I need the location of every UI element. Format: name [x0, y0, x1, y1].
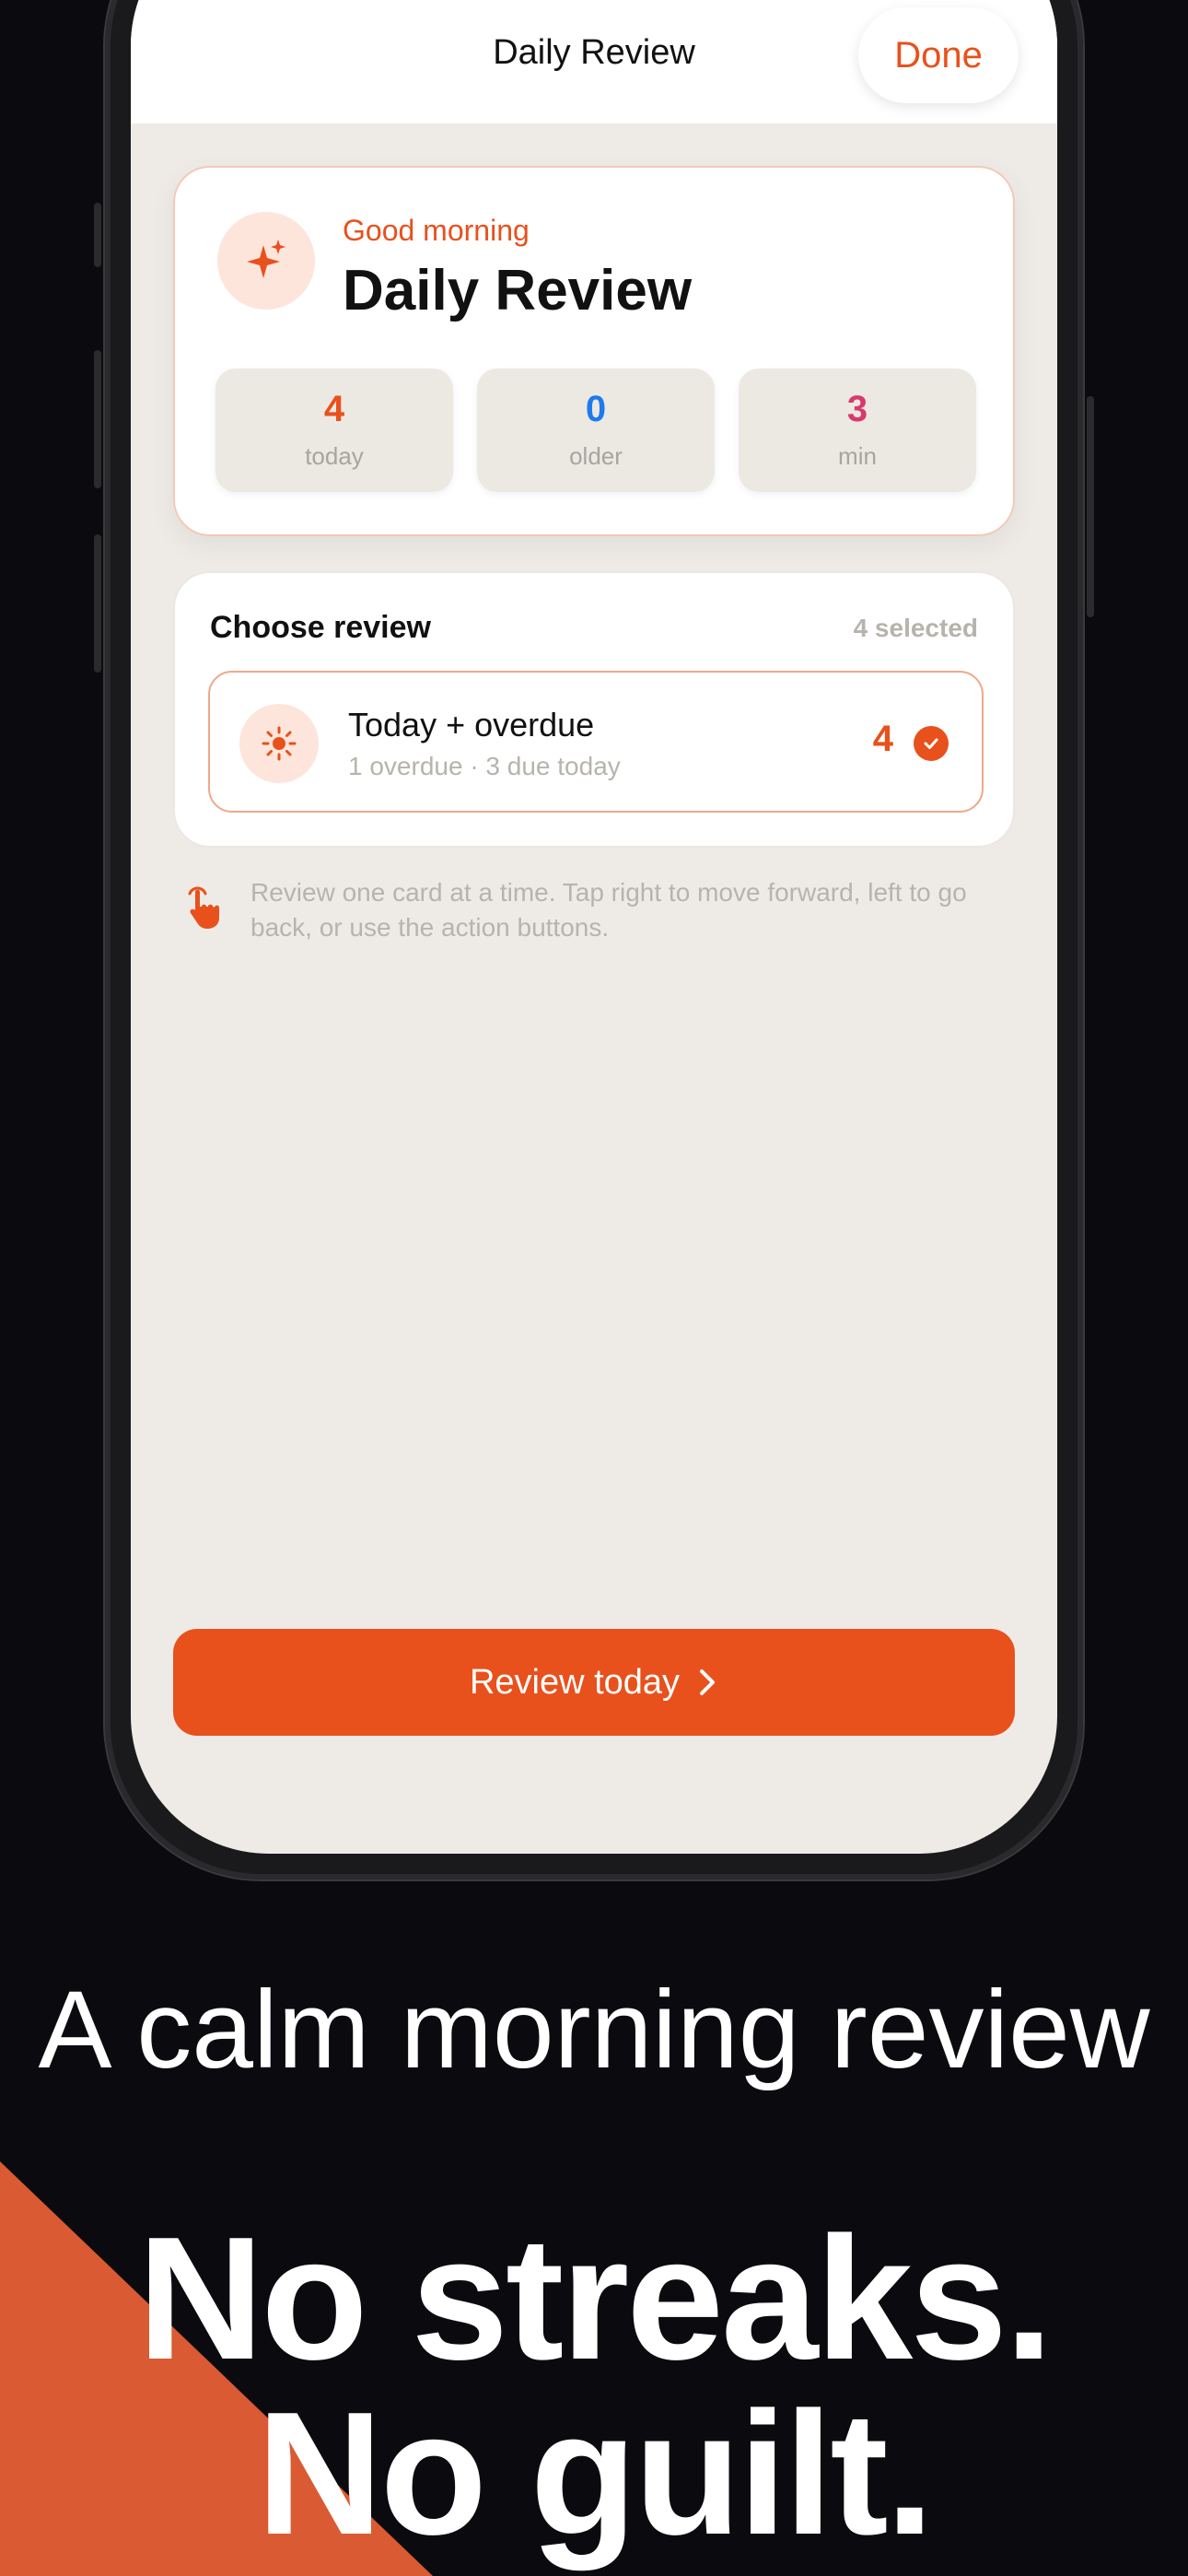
phone-power-button: [1087, 396, 1094, 617]
greeting-text: Good morning: [343, 214, 530, 247]
hint-text: Review one card at a time. Tap right to …: [250, 878, 967, 942]
stat-older: 0 older: [477, 369, 715, 492]
option-count: 4: [872, 719, 893, 759]
marketing-headline: No streaks. No guilt.: [0, 2211, 1188, 2561]
headline-line-1: No streaks.: [137, 2201, 1053, 2396]
review-today-button[interactable]: Review today: [173, 1629, 1015, 1736]
stat-value: 0: [585, 389, 607, 429]
option-subtitle: 1 overdue · 3 due today: [348, 752, 621, 780]
marketing-tagline: A calm morning review: [38, 1968, 1150, 2091]
section-title: Choose review: [210, 610, 431, 645]
phone-side-button: [94, 350, 101, 488]
selected-count: 4 selected: [853, 614, 978, 642]
navigation-bar: Daily Review Done: [131, 0, 1057, 123]
stats-row: 4 today 0 older 3 min: [215, 369, 976, 492]
stat-minutes: 3 min: [739, 369, 976, 492]
stat-label: today: [305, 442, 364, 470]
phone-screen: Daily Review Done Good morning Daily Rev…: [131, 0, 1057, 1854]
checkmark-icon: [914, 726, 949, 761]
phone-side-button: [94, 534, 101, 673]
stat-today: 4 today: [215, 369, 453, 492]
card-title: Daily Review: [343, 259, 693, 322]
sun-icon: [239, 704, 319, 783]
stat-value: 4: [323, 389, 345, 429]
review-summary-card: Good morning Daily Review 4 today 0 olde…: [173, 166, 1015, 536]
stat-value: 3: [846, 389, 868, 429]
stat-label: older: [569, 442, 623, 470]
chevron-right-icon: [700, 1669, 716, 1695]
choose-review-card: Choose review 4 selected Today + overdue…: [173, 571, 1015, 848]
review-option-today-overdue[interactable]: Today + overdue 1 overdue · 3 due today …: [208, 671, 984, 813]
tap-hand-icon: [182, 884, 230, 932]
sparkle-icon: [217, 212, 315, 310]
cta-label: Review today: [469, 1662, 681, 1702]
headline-line-2: No guilt.: [256, 2376, 935, 2571]
done-button[interactable]: Done: [858, 7, 1019, 103]
phone-side-button: [94, 203, 101, 267]
option-title: Today + overdue: [348, 706, 595, 744]
stat-label: min: [838, 442, 877, 470]
